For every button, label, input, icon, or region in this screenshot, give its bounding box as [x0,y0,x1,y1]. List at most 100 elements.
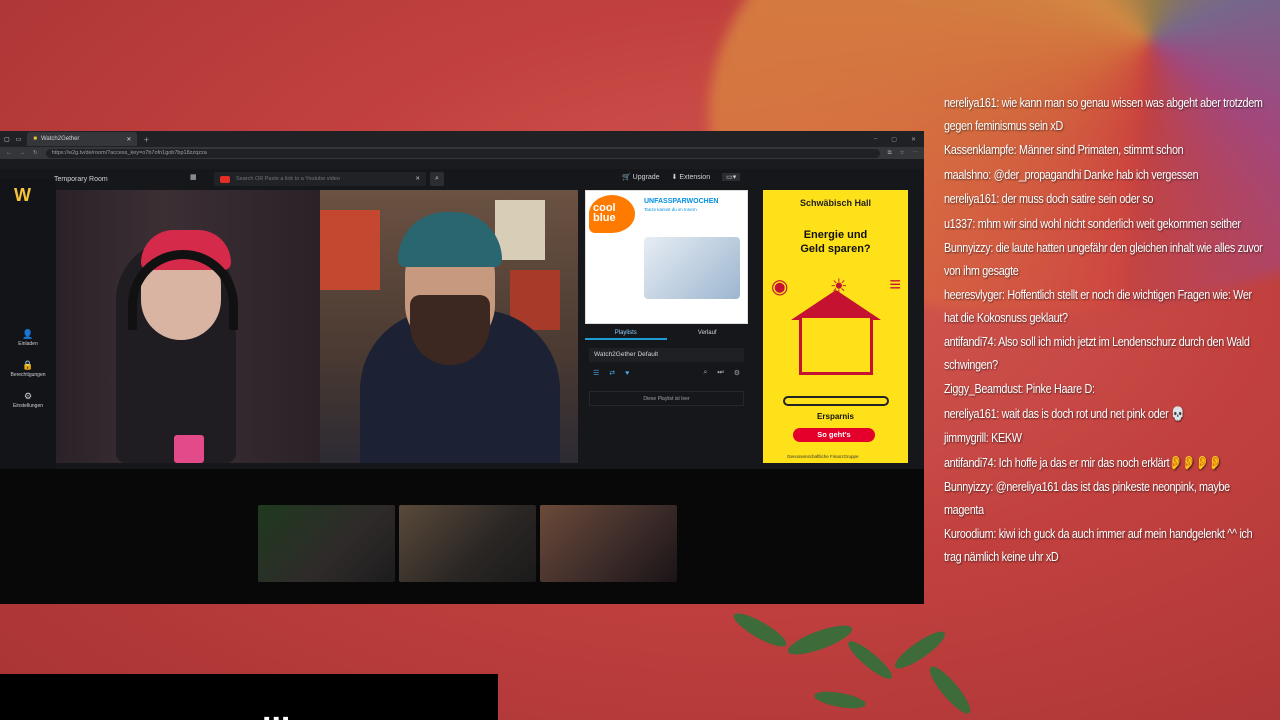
reload-icon[interactable]: ↻ [33,150,38,156]
sidebar-item-label: Einstellungen [12,403,44,409]
search-input[interactable]: Search OR Paste a link to a Youtube vide… [214,172,426,186]
youtube-icon [220,175,230,183]
webcam-1 [56,190,320,463]
chat-message: antifandi74: Also soll ich mich jetzt im… [944,331,1264,376]
coolblue-ad[interactable]: cool blue UNFASSPARWOCHEN Tanze kannst d… [585,190,748,324]
close-tab-icon[interactable]: ✕ [126,136,131,143]
chat-username: nereliya161 [944,405,997,421]
meter-icon: ◉ [771,276,789,298]
wall-art [495,200,545,260]
gear-icon[interactable]: ⚙ [734,369,740,377]
layout-toggle-icon[interactable]: ▭▾ [722,173,741,181]
chat-message: antifandi74: Ich hoffe ja das er mir das… [944,452,1264,475]
chat-username: heeresvlyger [944,287,1002,302]
playlist-select[interactable]: Watch2Gether Default [589,348,744,362]
list-icon[interactable]: ☰ [593,369,599,377]
chat-username: maalshno [944,166,989,182]
sidebar-item-permissions[interactable]: 🔒 Berechtigungen [4,360,52,378]
chat-message: Kassenklampfe: Männer sind Primaten, sti… [944,139,1264,162]
sidebar-item-label: Berechtigungen [10,372,46,378]
coolblue-logo: cool blue [589,195,635,233]
radiator-icon: ≡ [889,274,901,296]
chat-username: antifandi74 [944,334,994,349]
url-field[interactable]: https://w2g.tv/de/room/?access_key=o7b7o… [45,148,880,158]
new-tab-icon[interactable]: ＋ [143,135,149,144]
plant-decoration [733,613,971,714]
savings-bar [783,396,889,406]
guest-cam-2 [399,505,536,582]
beanie [398,212,502,267]
lock-icon: 🔒 [22,360,34,370]
sidebar-item-settings[interactable]: ⚙ Einstellungen [4,391,52,409]
shuffle-icon[interactable]: ⇄ [609,369,615,377]
sidebar-item-invite[interactable]: 👤 Einladen [4,329,52,347]
chat-message: nereliya161: wait das is doch rot und ne… [944,403,1264,426]
chat-message: u1337: mhm wir sind wohl nicht sonderlic… [944,213,1264,236]
chat-username: jimmygrill [944,430,986,445]
extensions-icon[interactable]: ⧉ [888,150,892,157]
chat-username: antifandi74 [944,454,994,470]
microphone [174,435,204,463]
address-bar-row: ← → ↻ https://w2g.tv/de/room/?access_key… [0,147,924,159]
grid-icon[interactable]: ▦ [190,173,197,181]
chat-username: u1337 [944,215,973,231]
playlist-toolbar: ☰ ⇄ ♥ ⌕ ⏭ ⚙ [589,366,744,380]
forward-icon[interactable]: → [20,150,26,156]
cta-button[interactable]: So geht's [793,428,875,442]
tab-list-icon[interactable]: ▭ [16,136,22,143]
wall-art [320,210,380,290]
maximize-icon[interactable]: ▢ [891,136,897,143]
chat-message: nereliya161: wie kann man so genau wisse… [944,92,1264,137]
overlay-text: ... [262,692,291,720]
tab-menu-icon[interactable]: ▢ [4,136,10,143]
browser-tab-bar: ▢ ▭ ■ Watch2Gether ✕ ＋ – ▢ ✕ [0,131,924,147]
chat-text: Männer sind Primaten, stimmt schon [1019,142,1184,157]
clear-search-icon[interactable]: ✕ [415,176,420,182]
ad-title: UNFASSPARWOCHEN [644,198,719,205]
watch2gether-app: W 👤 Einladen 🔒 Berechtigungen ⚙ Einstell… [0,169,924,469]
url-text: https://w2g.tv/de/room/?access_key=o7b7o… [51,150,207,156]
browser-window: ▢ ▭ ■ Watch2Gether ✕ ＋ – ▢ ✕ ← → ↻ https… [0,131,924,604]
chat-message: nereliya161: der muss doch satire sein o… [944,188,1264,211]
chat-message: Bunnyizzy: @nereliya161 das ist das pink… [944,476,1264,521]
w2g-logo[interactable]: W [14,185,31,206]
chat-message: heeresvlyger: Hoffentlich stellt er noch… [944,284,1264,329]
bookmark-star-icon[interactable]: ☆ [900,150,905,156]
upgrade-link[interactable]: 🛒 Upgrade [622,173,660,181]
chat-username: Kuroodium [944,526,994,541]
gear-icon: ⚙ [23,391,33,401]
close-window-icon[interactable]: ✕ [911,136,916,143]
chat-text: Ich hoffe ja das er mir das noch erklärt… [998,454,1222,470]
tab-playlists[interactable]: Playlists [585,326,667,340]
chat-username: Kassenklampfe [944,142,1014,157]
skip-icon[interactable]: ⏭ [717,369,723,377]
chat-text: wait das is doch rot und net pink oder 💀 [1001,405,1185,421]
house-icon [799,315,873,375]
guest-cam-strip [0,469,924,604]
extension-link[interactable]: ⬇ Extension [672,173,711,181]
search-icon[interactable]: ⌕ [703,369,707,377]
ad-brand: Schwäbisch Hall [799,198,872,208]
playlist-empty-message: Diese Playlist ist leer [589,391,744,406]
tab-history[interactable]: Verlauf [667,326,749,340]
browser-tab[interactable]: ■ Watch2Gether ✕ [27,132,138,146]
back-icon[interactable]: ← [6,150,12,156]
ad-headline: Energie und Geld sparen? [800,229,871,255]
sidebar-item-label: Einladen [18,341,38,347]
heart-icon[interactable]: ♥ [625,370,629,377]
playlist-panel: cool blue UNFASSPARWOCHEN Tanze kannst d… [585,190,748,463]
minimize-icon[interactable]: – [874,136,877,143]
ad-footer: Genossenschaftliche FinanzGruppe [787,454,859,459]
chat-message: Ziggy_Beamdust: Pinke Haare D: [944,378,1264,401]
chat-username: nereliya161 [944,191,997,206]
schwaebisch-hall-ad[interactable]: Schwäbisch Hall Energie und Geld sparen?… [763,190,908,463]
chat-username: Bunnyizzy [944,479,991,494]
room-name[interactable]: Temporary Room [54,176,108,183]
chat-message: Bunnyizzy: die laute hatten ungefähr den… [944,237,1264,282]
webcam-2 [320,190,578,463]
menu-dots-icon[interactable]: ⋯ [913,150,919,156]
savings-label: Ersparnis [817,412,854,421]
chat-username: Bunnyizzy [944,240,991,255]
search-button[interactable]: ⌕ [430,172,444,186]
app-sidebar: W 👤 Einladen 🔒 Berechtigungen ⚙ Einstell… [0,179,56,469]
